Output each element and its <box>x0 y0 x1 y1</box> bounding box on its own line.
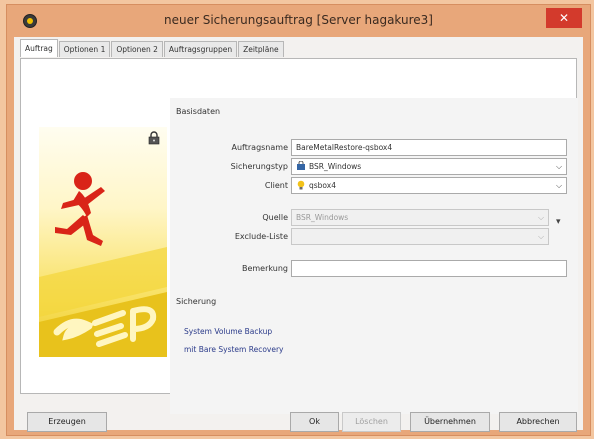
sicherung-heading: Sicherung <box>176 297 217 306</box>
tab-auftrag[interactable]: Auftrag <box>20 39 58 57</box>
chevron-down-icon: ⌵ <box>537 232 545 241</box>
quelle-label: Quelle <box>262 213 288 222</box>
tab-page-auftrag: Basisdaten Auftragsname BareMetalRestore… <box>20 58 578 414</box>
sicherung-description-line1: System Volume Backup <box>184 327 273 336</box>
quelle-dropdown[interactable]: BSR_Windows ⌵ <box>291 209 549 226</box>
tab-zeitplaene[interactable]: Zeitpläne <box>238 41 284 57</box>
window-title: neuer Sicherungsauftrag [Server hagakure… <box>163 13 433 27</box>
close-button[interactable]: ✕ <box>546 8 582 28</box>
exclude-liste-dropdown[interactable]: ⌵ <box>291 228 549 245</box>
client-bulb-icon <box>297 180 305 190</box>
sicherungstyp-label: Sicherungstyp <box>230 162 288 171</box>
client-dropdown[interactable]: qsbox4 ⌵ <box>291 177 567 194</box>
client-value: qsbox4 <box>309 181 336 190</box>
exclude-liste-label: Exclude-Liste <box>234 232 288 241</box>
backup-illustration <box>39 127 167 357</box>
sicherungstyp-dropdown[interactable]: BSR_Windows ⌵ <box>291 158 567 175</box>
chevron-down-icon[interactable]: ⌵ <box>554 159 564 174</box>
source-options-dropdown-button[interactable]: ▾ <box>556 217 561 227</box>
auftragsname-label: Auftragsname <box>231 143 288 152</box>
loeschen-button[interactable]: Löschen <box>342 412 401 432</box>
running-mascot-icon <box>39 172 167 357</box>
auftragsname-value: BareMetalRestore-qsbox4 <box>296 143 393 152</box>
abbrechen-button[interactable]: Abbrechen <box>499 412 577 432</box>
erzeugen-button[interactable]: Erzeugen <box>27 412 107 432</box>
sicherungstyp-value: BSR_Windows <box>309 162 362 171</box>
sicherung-description-line2: mit Bare System Recovery <box>184 345 284 354</box>
bsr-type-icon <box>297 161 305 170</box>
dialog-client-area: Auftrag Optionen 1 Optionen 2 Auftragsgr… <box>14 37 583 432</box>
bemerkung-field[interactable] <box>291 260 567 277</box>
chevron-down-icon: ⌵ <box>537 213 545 222</box>
uebernehmen-button[interactable]: Übernehmen <box>410 412 490 432</box>
chevron-down-icon[interactable]: ⌵ <box>554 178 564 193</box>
tab-optionen-2[interactable]: Optionen 2 <box>111 41 163 57</box>
basisdaten-heading: Basisdaten <box>176 107 221 116</box>
form-panel: Basisdaten Auftragsname BareMetalRestore… <box>170 98 578 414</box>
tab-optionen-1[interactable]: Optionen 1 <box>58 41 111 57</box>
title-bar[interactable]: neuer Sicherungsauftrag [Server hagakure… <box>7 5 590 37</box>
client-label: Client <box>264 181 288 190</box>
tab-auftragsgruppen[interactable]: Auftragsgruppen <box>163 41 238 57</box>
dialog-window: neuer Sicherungsauftrag [Server hagakure… <box>6 4 591 436</box>
tab-strip: Auftrag Optionen 1 Optionen 2 Auftragsgr… <box>20 39 285 58</box>
quelle-value: BSR_Windows <box>296 213 349 222</box>
bemerkung-label: Bemerkung <box>241 264 288 273</box>
auftragsname-field[interactable]: BareMetalRestore-qsbox4 <box>291 139 567 156</box>
ok-button[interactable]: Ok <box>290 412 339 432</box>
